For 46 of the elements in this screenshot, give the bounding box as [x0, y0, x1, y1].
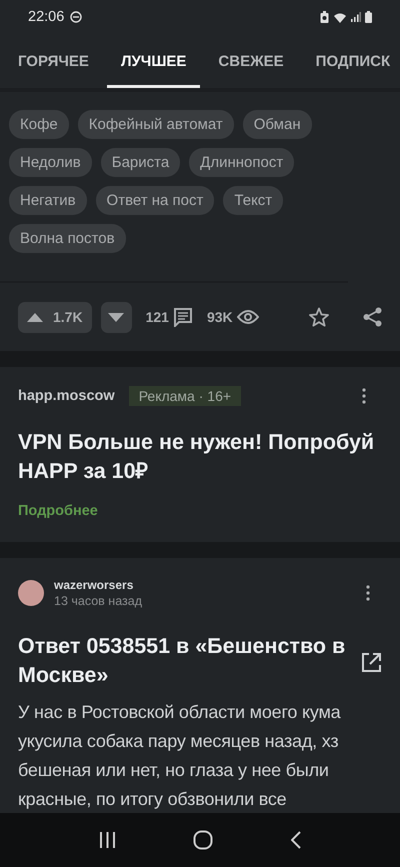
home-icon[interactable] [193, 830, 214, 850]
do-not-disturb-icon [70, 11, 82, 23]
tag-chip[interactable]: Ответ на пост [96, 186, 214, 215]
feed-tab[interactable]: ГОРЯЧЕЕ [18, 34, 89, 88]
feed-tab[interactable]: СВЕЖЕЕ [218, 34, 284, 88]
view-count: 93K [206, 309, 233, 325]
tag-chip[interactable]: Длиннопост [189, 148, 294, 177]
post-title[interactable]: Ответ 0538551 в «Бешенство в Москве» [18, 632, 349, 690]
upvote-button[interactable]: 1.7K [18, 302, 92, 332]
clock: 22:06 [28, 9, 64, 25]
open-external-icon[interactable] [361, 652, 382, 673]
down-arrow-icon [108, 312, 124, 322]
downvote-button[interactable] [100, 302, 132, 332]
advertiser-name: happ.moscow [18, 388, 115, 404]
tag-chip[interactable]: Кофе [9, 110, 69, 139]
tag-chip[interactable]: Кофейный автомат [78, 110, 234, 139]
recent-apps-icon[interactable] [98, 831, 116, 849]
tag-chip[interactable]: Волна постов [9, 224, 126, 253]
wifi-icon [333, 12, 347, 22]
up-arrow-icon [27, 312, 43, 322]
post-time: 13 часов назад [54, 594, 143, 608]
feed-tab[interactable]: ПОДПИСК [316, 34, 390, 88]
feed-tab[interactable]: ЛУЧШЕЕ [106, 34, 200, 88]
eye-icon [236, 310, 259, 324]
back-icon[interactable] [291, 831, 302, 849]
rating-count: 1.7K [53, 309, 83, 325]
tag-chip[interactable]: Недолив [9, 148, 92, 177]
post-text: У нас в Ростовской области моего кума укусила собака пару месяцев назад, хз бешеная или нет, но глаза у нее были красные, по итогу обзвонили все [18, 701, 342, 811]
tag-chip[interactable]: Бариста [100, 148, 180, 177]
tag-chip[interactable]: Негатив [9, 186, 87, 215]
share-icon[interactable] [363, 307, 382, 327]
more-link[interactable]: Подробнее [18, 503, 98, 519]
comment-icon [172, 307, 193, 327]
avatar[interactable] [18, 580, 44, 606]
star-icon[interactable] [309, 307, 329, 327]
battery-icon [365, 11, 372, 23]
more-options-icon[interactable] [362, 388, 366, 404]
tag-chip[interactable]: Обман [242, 110, 312, 139]
ad-title: VPN Больше не нужен! Попробуй HAPP за 10₽ [18, 429, 376, 485]
author-name[interactable]: wazerworsers [54, 578, 356, 592]
battery-saver-icon [320, 11, 329, 23]
comment-count: 121 [146, 309, 169, 325]
tag-chip[interactable]: Текст [223, 186, 284, 215]
ad-label: Реклама · 16+ [128, 386, 242, 406]
signal-icon [351, 12, 361, 22]
more-options-icon[interactable] [366, 585, 370, 601]
